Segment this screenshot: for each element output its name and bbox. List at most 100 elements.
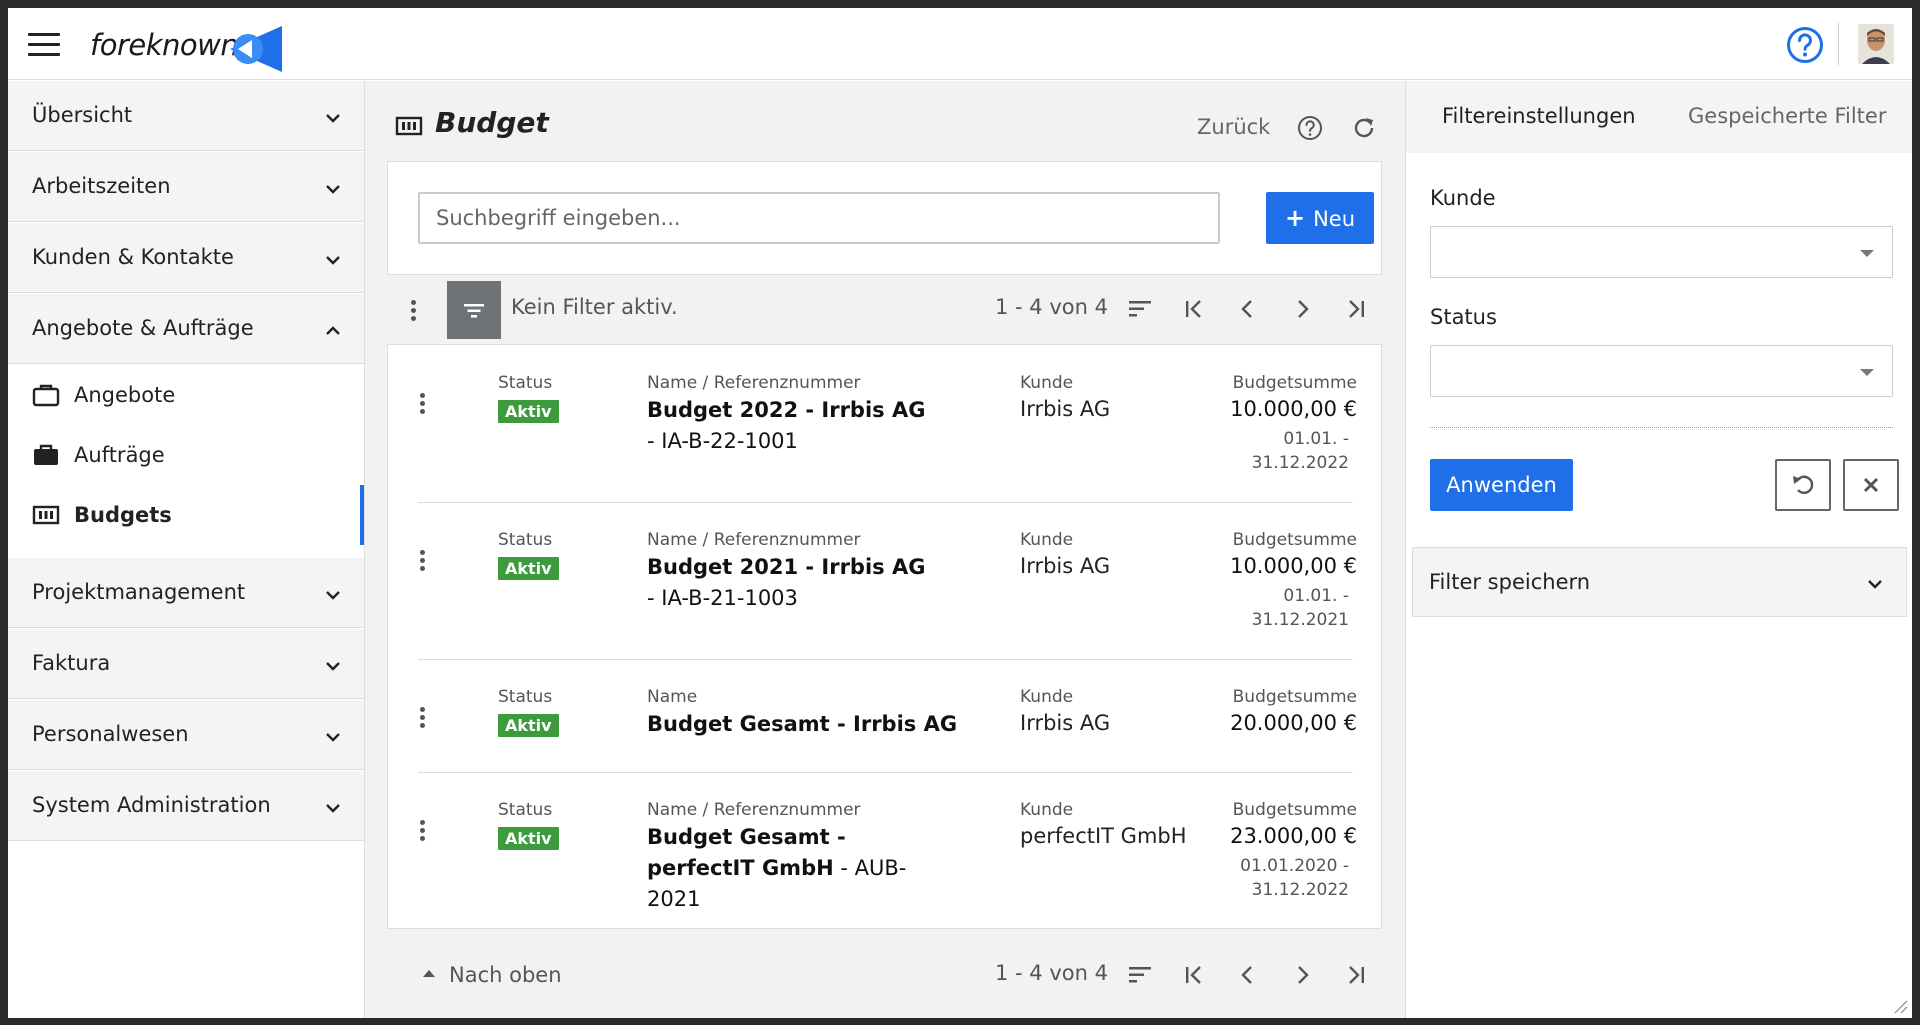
status-filter-select[interactable]	[1430, 345, 1893, 397]
pager-count: 1 - 4 von 4	[995, 961, 1108, 985]
page-title: Budget	[435, 106, 549, 139]
amount-value: 23.000,00 €	[1230, 824, 1357, 848]
sidebar-item-label: System Administration	[32, 793, 271, 817]
tab-filter-settings[interactable]: Filtereinstellungen	[1442, 104, 1636, 128]
budget-name[interactable]: Budget Gesamt - Irrbis AG	[647, 709, 977, 740]
budget-name[interactable]: Budget 2021 - Irrbis AG - IA-B-21-1003	[647, 552, 937, 614]
sidebar-item-angebote-auftraege[interactable]: Angebote & Aufträge	[8, 294, 364, 364]
close-icon	[1863, 477, 1879, 493]
back-link[interactable]: Zurück	[1197, 115, 1270, 139]
amount-label: Budgetsumme	[1232, 800, 1357, 820]
customer-value: Irrbis AG	[1020, 554, 1111, 578]
menu-icon[interactable]	[28, 33, 60, 57]
help-icon[interactable]	[1786, 26, 1824, 64]
resize-grip-icon[interactable]	[1892, 998, 1908, 1014]
pager-count: 1 - 4 von 4	[995, 295, 1108, 319]
scroll-to-top-label: Nach oben	[449, 963, 562, 987]
amount-value: 10.000,00 €	[1230, 554, 1357, 578]
more-options-icon[interactable]	[407, 300, 419, 324]
list-item[interactable]: Status Aktiv Name / Referenznummer Budge…	[388, 345, 1381, 502]
last-page-icon[interactable]	[1343, 962, 1369, 988]
apply-filter-button[interactable]: Anwenden	[1430, 459, 1573, 511]
status-label: Status	[498, 800, 553, 820]
budget-name[interactable]: Budget Gesamt - perfectIT GmbH - AUB-202…	[647, 822, 937, 915]
budget-title: Budget Gesamt - Irrbis AG	[647, 712, 958, 736]
tab-saved-filters[interactable]: Gespeicherte Filter	[1688, 104, 1886, 128]
sidebar-item-personalwesen[interactable]: Personalwesen	[8, 700, 364, 770]
sort-icon[interactable]	[1127, 962, 1153, 988]
row-menu-icon[interactable]	[416, 820, 428, 844]
sidebar-item-label: Kunden & Kontakte	[32, 245, 234, 269]
budget-icon	[395, 116, 423, 136]
customer-filter-select[interactable]	[1430, 226, 1893, 278]
sidebar-item-faktura[interactable]: Faktura	[8, 629, 364, 699]
caret-down-icon	[1860, 250, 1874, 257]
search-input[interactable]	[418, 192, 1220, 244]
next-page-icon[interactable]	[1289, 296, 1315, 322]
previous-page-icon[interactable]	[1235, 296, 1261, 322]
refresh-icon[interactable]	[1351, 115, 1377, 141]
customer-label: Kunde	[1020, 800, 1074, 820]
chevron-down-icon	[326, 185, 340, 194]
previous-page-icon[interactable]	[1235, 962, 1261, 988]
name-label: Name / Referenznummer	[647, 530, 861, 550]
scroll-to-top-link[interactable]: Nach oben	[423, 963, 562, 987]
next-page-icon[interactable]	[1289, 962, 1315, 988]
budget-title: Budget 2021 - Irrbis AG	[647, 555, 926, 579]
row-menu-icon[interactable]	[416, 550, 428, 574]
budget-ref: - IA-B-22-1001	[647, 429, 798, 453]
filter-divider	[1430, 427, 1893, 428]
chevron-down-icon	[326, 256, 340, 265]
sidebar: Übersicht Arbeitszeiten Kunden & Kontakt…	[8, 81, 365, 1018]
list-item[interactable]: Status Aktiv Name Budget Gesamt - Irrbis…	[388, 659, 1381, 772]
sidebar-item-label: Arbeitszeiten	[32, 174, 171, 198]
period-value: 01.01.2020 - 31.12.2022	[1240, 856, 1349, 900]
customer-label: Kunde	[1020, 373, 1074, 393]
status-badge: Aktiv	[498, 827, 559, 850]
main-content: Budget Zurück + Neu Kein Filter aktiv.	[365, 81, 1412, 1018]
amount-label: Budgetsumme	[1232, 530, 1357, 550]
status-label: Status	[498, 530, 553, 550]
status-filter-label: Status	[1430, 305, 1497, 329]
sidebar-item-label: Übersicht	[32, 103, 133, 127]
customer-label: Kunde	[1020, 687, 1074, 707]
clear-filter-button[interactable]	[1843, 459, 1899, 511]
customer-label: Kunde	[1020, 530, 1074, 550]
customer-value: Irrbis AG	[1020, 711, 1111, 735]
amount-value: 20.000,00 €	[1230, 711, 1357, 735]
new-button[interactable]: + Neu	[1266, 192, 1374, 244]
list-item[interactable]: Status Aktiv Name / Referenznummer Budge…	[388, 772, 1381, 929]
sidebar-item-system-administration[interactable]: System Administration	[8, 771, 364, 841]
avatar[interactable]	[1858, 24, 1894, 64]
list-item[interactable]: Status Aktiv Name / Referenznummer Budge…	[388, 502, 1381, 659]
customer-value: Irrbis AG	[1020, 397, 1111, 421]
period-value: 01.01. - 31.12.2021	[1251, 586, 1349, 630]
sidebar-item-projektmanagement[interactable]: Projektmanagement	[8, 558, 364, 628]
row-menu-icon[interactable]	[416, 393, 428, 417]
row-menu-icon[interactable]	[416, 707, 428, 731]
last-page-icon[interactable]	[1343, 296, 1369, 322]
first-page-icon[interactable]	[1181, 962, 1207, 988]
amount-label: Budgetsumme	[1232, 373, 1357, 393]
chevron-down-icon	[326, 114, 340, 123]
sidebar-item-label: Faktura	[32, 651, 111, 675]
filter-panel: Filtereinstellungen Gespeicherte Filter …	[1405, 81, 1912, 1018]
sidebar-item-uebersicht[interactable]: Übersicht	[8, 81, 364, 151]
reset-icon	[1793, 475, 1814, 494]
first-page-icon[interactable]	[1181, 296, 1207, 322]
sidebar-item-label: Angebote & Aufträge	[32, 316, 254, 340]
budget-name[interactable]: Budget 2022 - Irrbis AG - IA-B-22-1001	[647, 395, 937, 457]
status-badge: Aktiv	[498, 557, 559, 580]
filter-toggle-button[interactable]	[447, 281, 501, 339]
sidebar-item-kunden-kontakte[interactable]: Kunden & Kontakte	[8, 223, 364, 293]
sidebar-item-auftraege[interactable]: Aufträge	[8, 425, 364, 485]
reset-filter-button[interactable]	[1775, 459, 1831, 511]
save-filter-accordion[interactable]: Filter speichern	[1412, 547, 1907, 617]
sidebar-item-angebote[interactable]: Angebote	[8, 365, 364, 425]
sidebar-item-budgets[interactable]: Budgets	[8, 485, 364, 545]
help-icon[interactable]	[1297, 115, 1323, 141]
sort-icon[interactable]	[1127, 296, 1153, 322]
sidebar-item-arbeitszeiten[interactable]: Arbeitszeiten	[8, 152, 364, 222]
budget-list: Status Aktiv Name / Referenznummer Budge…	[387, 344, 1382, 929]
status-label: Status	[498, 687, 553, 707]
